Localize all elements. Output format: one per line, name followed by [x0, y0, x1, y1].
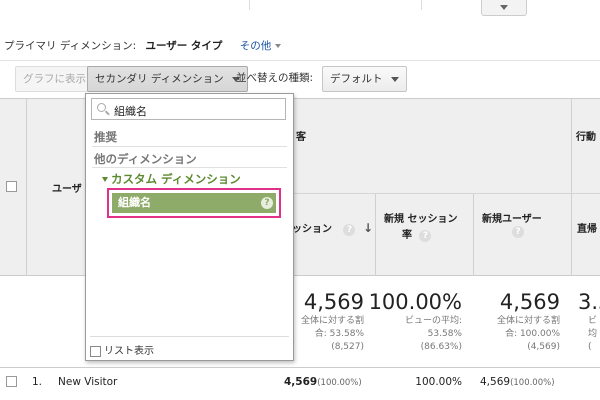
primary-dimension-other-link[interactable]: その他 [240, 40, 272, 52]
total-sessions-sub2: 合: 53.58% [314, 329, 364, 339]
sort-type-value: デフォルト [330, 73, 383, 85]
secondary-dimension-button[interactable]: セカンダリ ディメンション [87, 66, 248, 92]
dimension-search-value: 組織名 [114, 105, 147, 118]
total-bounce-sub2: 均 [588, 329, 598, 339]
collapse-toggle-button[interactable] [481, 0, 527, 16]
group-header-behavior: 行動 [576, 132, 596, 143]
row-new-users-value: 4,569 [480, 376, 511, 388]
list-view-checkbox[interactable] [90, 345, 101, 357]
row-checkbox[interactable] [6, 376, 17, 387]
total-sessions: 4,569 [303, 290, 364, 314]
column-header-new-session-rate[interactable]: 新規 セッション [384, 210, 457, 225]
triangle-down-icon [102, 177, 108, 182]
divider [249, 0, 250, 10]
column-header-new-users[interactable]: 新規ユーザー [482, 210, 542, 225]
column-header-new-session-rate-label2: 率 [402, 230, 412, 241]
help-icon[interactable]: ? [261, 197, 273, 209]
total-new-users-sub3: (4,569) [527, 342, 560, 352]
list-view-label: リスト表示 [104, 346, 154, 357]
total-new-users-sub1: 全体に対する割 [496, 316, 560, 326]
primary-dimension-row: プライマリ ディメンション: ユーザー タイプ その他 [4, 38, 282, 53]
select-all-checkbox[interactable] [6, 181, 17, 192]
help-icon[interactable]: ? [419, 230, 432, 242]
total-new-rate-sub3: (86.63%) [420, 342, 462, 352]
total-new-rate-sub2: 53.58% [427, 329, 462, 339]
chevron-down-icon [500, 5, 508, 10]
divider [90, 336, 289, 337]
divider [92, 167, 287, 168]
total-new-rate-sub1: ビューの平均: [404, 316, 462, 326]
dimension-item-organization[interactable]: 組織名 ? [112, 193, 276, 213]
secondary-dimension-dropdown: 組織名 推奨 他のディメンション カスタム ディメンション 組織名 ? リスト表… [85, 93, 294, 361]
row-sessions: 4,569(100.00%) [284, 376, 362, 388]
sort-desc-icon: ↓ [362, 221, 374, 235]
total-new-users: 4,569 [499, 290, 560, 314]
list-view-toggle[interactable]: リスト表示 [90, 342, 154, 357]
column-header-new-session-rate-line2: 率 ? [402, 226, 432, 242]
total-new-users-sub2: 合: 100.00% [505, 329, 560, 339]
analytics-report: プライマリ ディメンション: ユーザー タイプ その他 グラフに表示 セカンダリ… [0, 0, 600, 400]
row-new-session-rate: 100.00% [415, 376, 462, 388]
total-sessions-sub3: (8,527) [331, 342, 364, 352]
sort-type-label: 並べ替えの種類: [236, 72, 314, 84]
group-custom-dimensions[interactable]: カスタム ディメンション [102, 171, 241, 187]
secondary-dimension-label: セカンダリ ディメンション [95, 73, 224, 85]
section-recommended[interactable]: 推奨 [94, 129, 117, 145]
row-new-users-pct: (100.00%) [510, 378, 555, 388]
total-bounce-sub3: ( [588, 342, 592, 352]
group-custom-dimensions-label: カスタム ディメンション [111, 172, 241, 186]
row-sessions-pct: (100.00%) [317, 378, 362, 388]
row-index: 1. [32, 376, 43, 388]
dimension-item-label: 組織名 [118, 196, 151, 209]
dimension-search-input[interactable]: 組織名 [91, 98, 286, 120]
highlight-box: 組織名 ? [107, 188, 281, 218]
row-new-users: 4,569(100.00%) [480, 376, 555, 388]
primary-dimension-current: ユーザー タイプ [145, 40, 223, 52]
plot-rows-button[interactable]: グラフに表示 [15, 66, 94, 92]
column-header-bounce-rate[interactable]: 直帰 [577, 220, 597, 235]
section-other-dimensions[interactable]: 他のディメンション [94, 151, 197, 167]
header-divider [276, 193, 600, 194]
primary-dimension-label: プライマリ ディメンション: [4, 40, 137, 52]
row-sessions-value: 4,569 [284, 376, 318, 388]
total-sessions-sub1: 全体に対する割 [300, 316, 364, 326]
column-header-sessions[interactable]: ッション ? ↓ [292, 220, 373, 236]
column-header-user-type[interactable]: ユーザ [52, 180, 82, 195]
help-icon[interactable]: ? [343, 224, 356, 236]
divider [421, 0, 422, 10]
sort-type-select[interactable]: デフォルト [322, 66, 407, 92]
total-new-session-rate: 100.00% [368, 290, 462, 314]
total-bounce-rate: 3.3 [578, 290, 600, 314]
total-bounce-sub1: ビ [588, 316, 598, 326]
help-icon[interactable]: ? [512, 226, 524, 238]
chevron-down-icon [275, 44, 282, 48]
group-header-acquisition: 客 [296, 132, 306, 143]
chevron-down-icon [390, 76, 399, 82]
divider [92, 146, 287, 147]
column-header-sessions-label: ッション [292, 224, 332, 235]
search-icon [97, 103, 106, 112]
new-users-help: ? [512, 226, 524, 238]
row-user-type-link[interactable]: New Visitor [58, 376, 117, 388]
